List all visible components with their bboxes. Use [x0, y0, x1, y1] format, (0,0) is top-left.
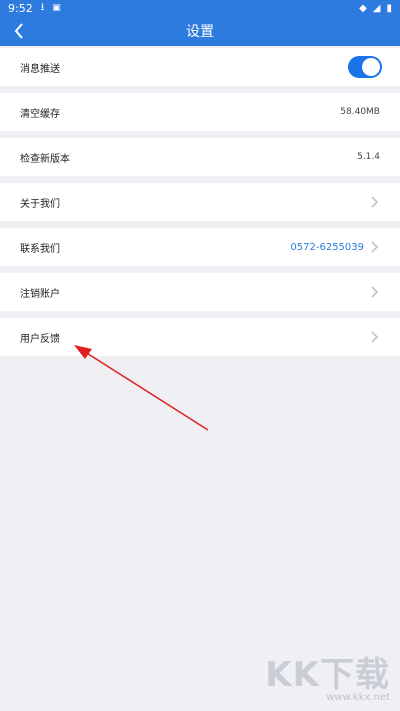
row-label: 注销账户	[20, 288, 60, 300]
notification-icon: ▣	[52, 3, 61, 13]
phone-number[interactable]: 0572-6255039	[290, 242, 364, 253]
app-bar: 设置	[0, 16, 400, 46]
contact-us-row[interactable]: 联系我们 0572-6255039	[0, 228, 400, 266]
push-notification-row: 消息推送	[0, 48, 400, 86]
chevron-right-icon	[371, 331, 379, 343]
chevron-right-icon	[371, 286, 379, 298]
watermark-url: www.kkx.net	[326, 692, 390, 703]
status-time: 9:52	[8, 1, 33, 15]
signal-icon: ◢	[372, 2, 381, 14]
watermark: KK下载 www.kkx.net	[265, 647, 390, 703]
user-feedback-row[interactable]: 用户反馈	[0, 318, 400, 356]
watermark-brand: KK下载	[265, 655, 390, 695]
row-label: 清空缓存	[20, 108, 60, 120]
push-toggle[interactable]	[348, 56, 382, 78]
page-title: 设置	[186, 24, 214, 40]
chevron-right-icon	[371, 196, 379, 208]
download-icon: ⭳	[40, 1, 45, 13]
row-label: 关于我们	[20, 198, 60, 210]
toggle-knob	[362, 58, 380, 76]
row-label: 检查新版本	[20, 153, 70, 165]
check-update-row[interactable]: 检查新版本 5.1.4	[0, 138, 400, 176]
status-bar: 9:52 ⭳ ▣ ◆ ◢ ▮	[0, 0, 400, 16]
back-button[interactable]	[10, 21, 28, 41]
row-label: 联系我们	[20, 243, 60, 255]
cache-size-value: 58.40MB	[340, 107, 380, 117]
version-value: 5.1.4	[357, 152, 380, 162]
row-label: 消息推送	[20, 63, 60, 75]
clear-cache-row[interactable]: 清空缓存 58.40MB	[0, 93, 400, 131]
battery-icon: ▮	[386, 2, 392, 14]
about-us-row[interactable]: 关于我们	[0, 183, 400, 221]
delete-account-row[interactable]: 注销账户	[0, 273, 400, 311]
wifi-icon: ◆	[359, 2, 367, 14]
row-label: 用户反馈	[20, 333, 60, 345]
chevron-right-icon	[371, 241, 379, 253]
chevron-left-icon	[14, 23, 23, 39]
